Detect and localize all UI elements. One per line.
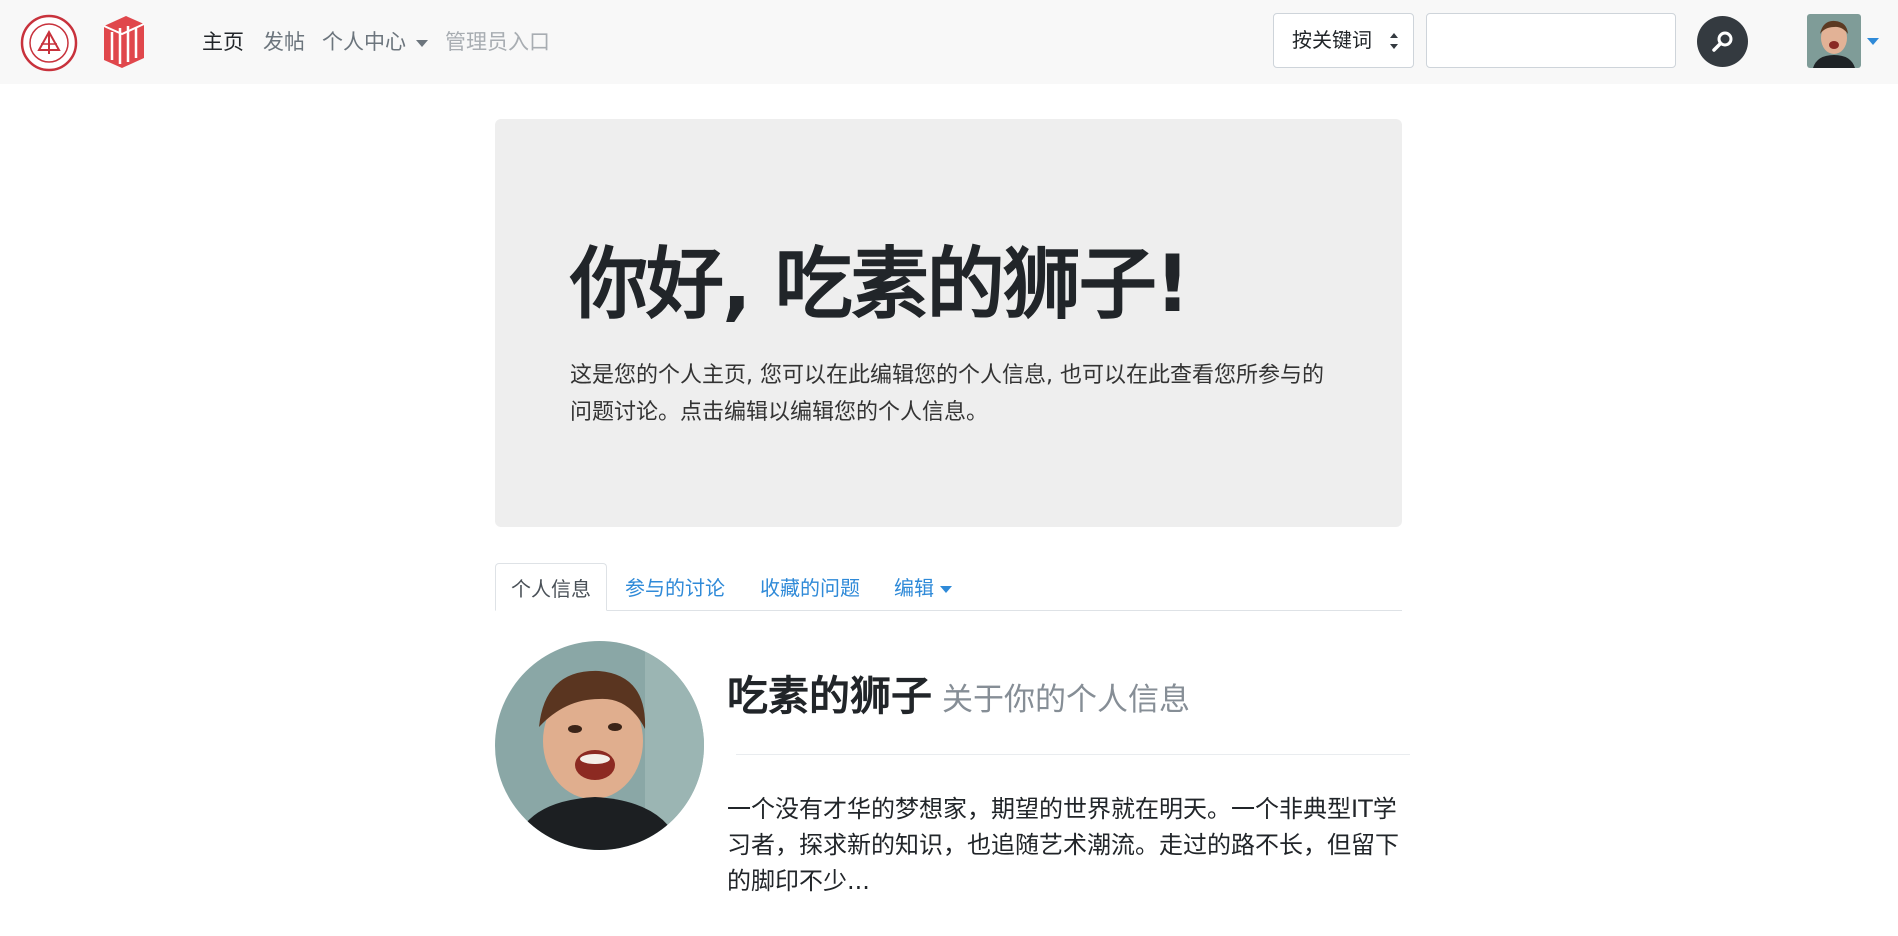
site-logo[interactable] <box>100 14 148 70</box>
user-menu-caret-icon[interactable] <box>1867 38 1879 45</box>
profile-bio: 一个没有才华的梦想家，期望的世界就在明天。一个非典型IT学习者，探求新的知识，也… <box>727 795 1399 895</box>
chevron-down-icon <box>416 39 428 47</box>
profile-name: 吃素的狮子 <box>727 672 932 720</box>
navbar: 主页 发帖 个人中心 管理员入口 按关键词 <box>0 0 1898 84</box>
nav-personal-center-label: 个人中心 <box>322 30 406 54</box>
university-seal-logo[interactable] <box>20 14 78 72</box>
tab-favorites[interactable]: 收藏的问题 <box>760 563 860 610</box>
search-type-select[interactable]: 按关键词 <box>1273 13 1414 68</box>
search-input[interactable] <box>1426 13 1676 68</box>
profile-tabs: 个人信息 参与的讨论 收藏的问题 编辑 <box>495 563 1402 611</box>
profile-avatar <box>495 641 704 850</box>
nav-home-link[interactable]: 主页 <box>202 27 244 57</box>
search-type-value: 按关键词 <box>1292 28 1372 52</box>
profile-subtitle: 关于你的个人信息 <box>942 682 1190 718</box>
chevron-down-icon <box>940 586 952 593</box>
tab-edit-dropdown[interactable]: 编辑 <box>894 563 952 610</box>
tab-discussions[interactable]: 参与的讨论 <box>625 563 725 610</box>
nav-admin-link[interactable]: 管理员入口 <box>445 27 550 57</box>
profile-heading: 吃素的狮子 关于你的个人信息 <box>727 666 1190 730</box>
search-icon <box>1712 31 1733 52</box>
user-avatar[interactable] <box>1807 14 1861 68</box>
nav-post-link[interactable]: 发帖 <box>263 27 305 57</box>
welcome-jumbotron: 你好, 吃素的狮子! 这是您的个人主页, 您可以在此编辑您的个人信息, 也可以在… <box>495 119 1402 527</box>
divider <box>736 754 1410 755</box>
tab-personal-info[interactable]: 个人信息 <box>495 563 607 611</box>
welcome-text: 这是您的个人主页, 您可以在此编辑您的个人信息, 也可以在此查看您所参与的问题讨… <box>570 363 1324 425</box>
welcome-title: 你好, 吃素的狮子! <box>570 240 1190 330</box>
nav-personal-center-dropdown[interactable]: 个人中心 <box>322 27 428 57</box>
select-arrows-icon <box>1390 33 1398 49</box>
tab-edit-label: 编辑 <box>894 576 934 600</box>
search-button[interactable] <box>1697 16 1748 67</box>
